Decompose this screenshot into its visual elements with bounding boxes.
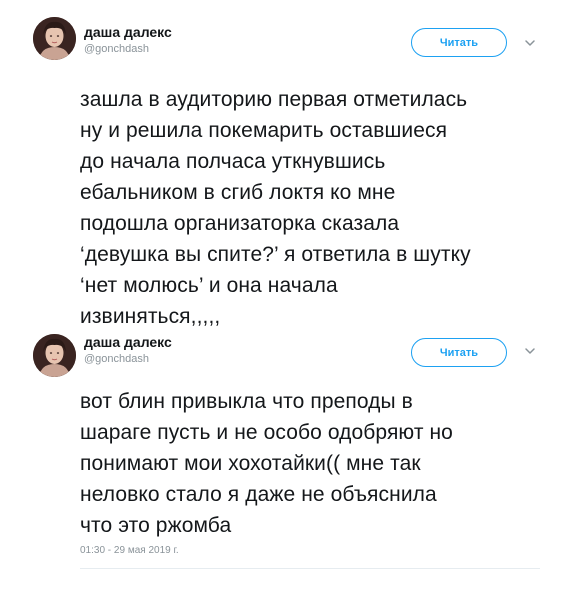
tweet-timestamp[interactable]: 01:30 - 29 мая 2019 г. [80,545,179,556]
chevron-down-icon[interactable] [523,36,537,50]
author-name[interactable]: даша далекс [84,334,172,350]
tweet-2: даша далекс @gonchdash Читать вот блин п… [0,320,567,589]
chevron-down-icon[interactable] [523,344,537,358]
avatar[interactable] [33,17,76,60]
tweet-text: зашла в аудиторию первая отметилась ну и… [80,88,471,328]
author-name[interactable]: даша далекс [84,24,172,40]
author-handle[interactable]: @gonchdash [84,353,149,365]
author-handle[interactable]: @gonchdash [84,43,149,55]
tweet-text: вот блин привыкла что преподы в шараге п… [80,390,453,537]
tweet-1: даша далекс @gonchdash Читать зашла в ау… [0,0,567,328]
divider [80,568,540,569]
avatar[interactable] [33,334,76,377]
follow-button[interactable]: Читать [411,338,507,367]
follow-button[interactable]: Читать [411,28,507,57]
